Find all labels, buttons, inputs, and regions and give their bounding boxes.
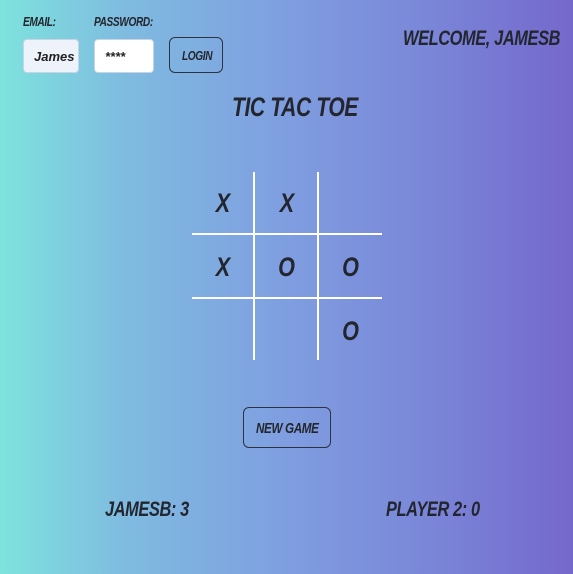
game-board: X X X O O O: [192, 172, 382, 360]
cell-mark: O: [342, 315, 360, 346]
password-field-container: [94, 39, 154, 73]
password-field[interactable]: [95, 40, 153, 72]
welcome-message: WELCOME, JAMESB: [403, 27, 561, 50]
login-button-label: LOGIN: [182, 48, 213, 63]
password-label: PASSWORD:: [94, 14, 153, 29]
board-cell-4[interactable]: O: [256, 236, 318, 298]
new-game-button[interactable]: NEW GAME: [243, 407, 331, 448]
cell-mark: X: [215, 187, 231, 218]
cell-mark: O: [342, 251, 360, 282]
board-cell-3[interactable]: X: [192, 236, 254, 298]
board-cell-8[interactable]: O: [320, 300, 382, 362]
cell-mark: X: [215, 251, 231, 282]
email-field-container: [23, 39, 79, 73]
page-title: TIC TAC TOE: [232, 92, 358, 122]
board-cell-0[interactable]: X: [192, 172, 254, 234]
login-button[interactable]: LOGIN: [169, 37, 223, 73]
email-label: EMAIL:: [23, 14, 56, 29]
cell-mark: O: [278, 251, 296, 282]
cell-mark: X: [279, 187, 295, 218]
board-cell-2[interactable]: [320, 172, 382, 234]
player1-score: JAMESB: 3: [105, 498, 189, 521]
board-cell-7[interactable]: [256, 300, 318, 362]
board-cell-6[interactable]: [192, 300, 254, 362]
board-cell-1[interactable]: X: [256, 172, 318, 234]
email-field[interactable]: [24, 40, 78, 72]
player2-score: PLAYER 2: 0: [386, 498, 480, 521]
board-cell-5[interactable]: O: [320, 236, 382, 298]
new-game-button-label: NEW GAME: [256, 420, 319, 437]
